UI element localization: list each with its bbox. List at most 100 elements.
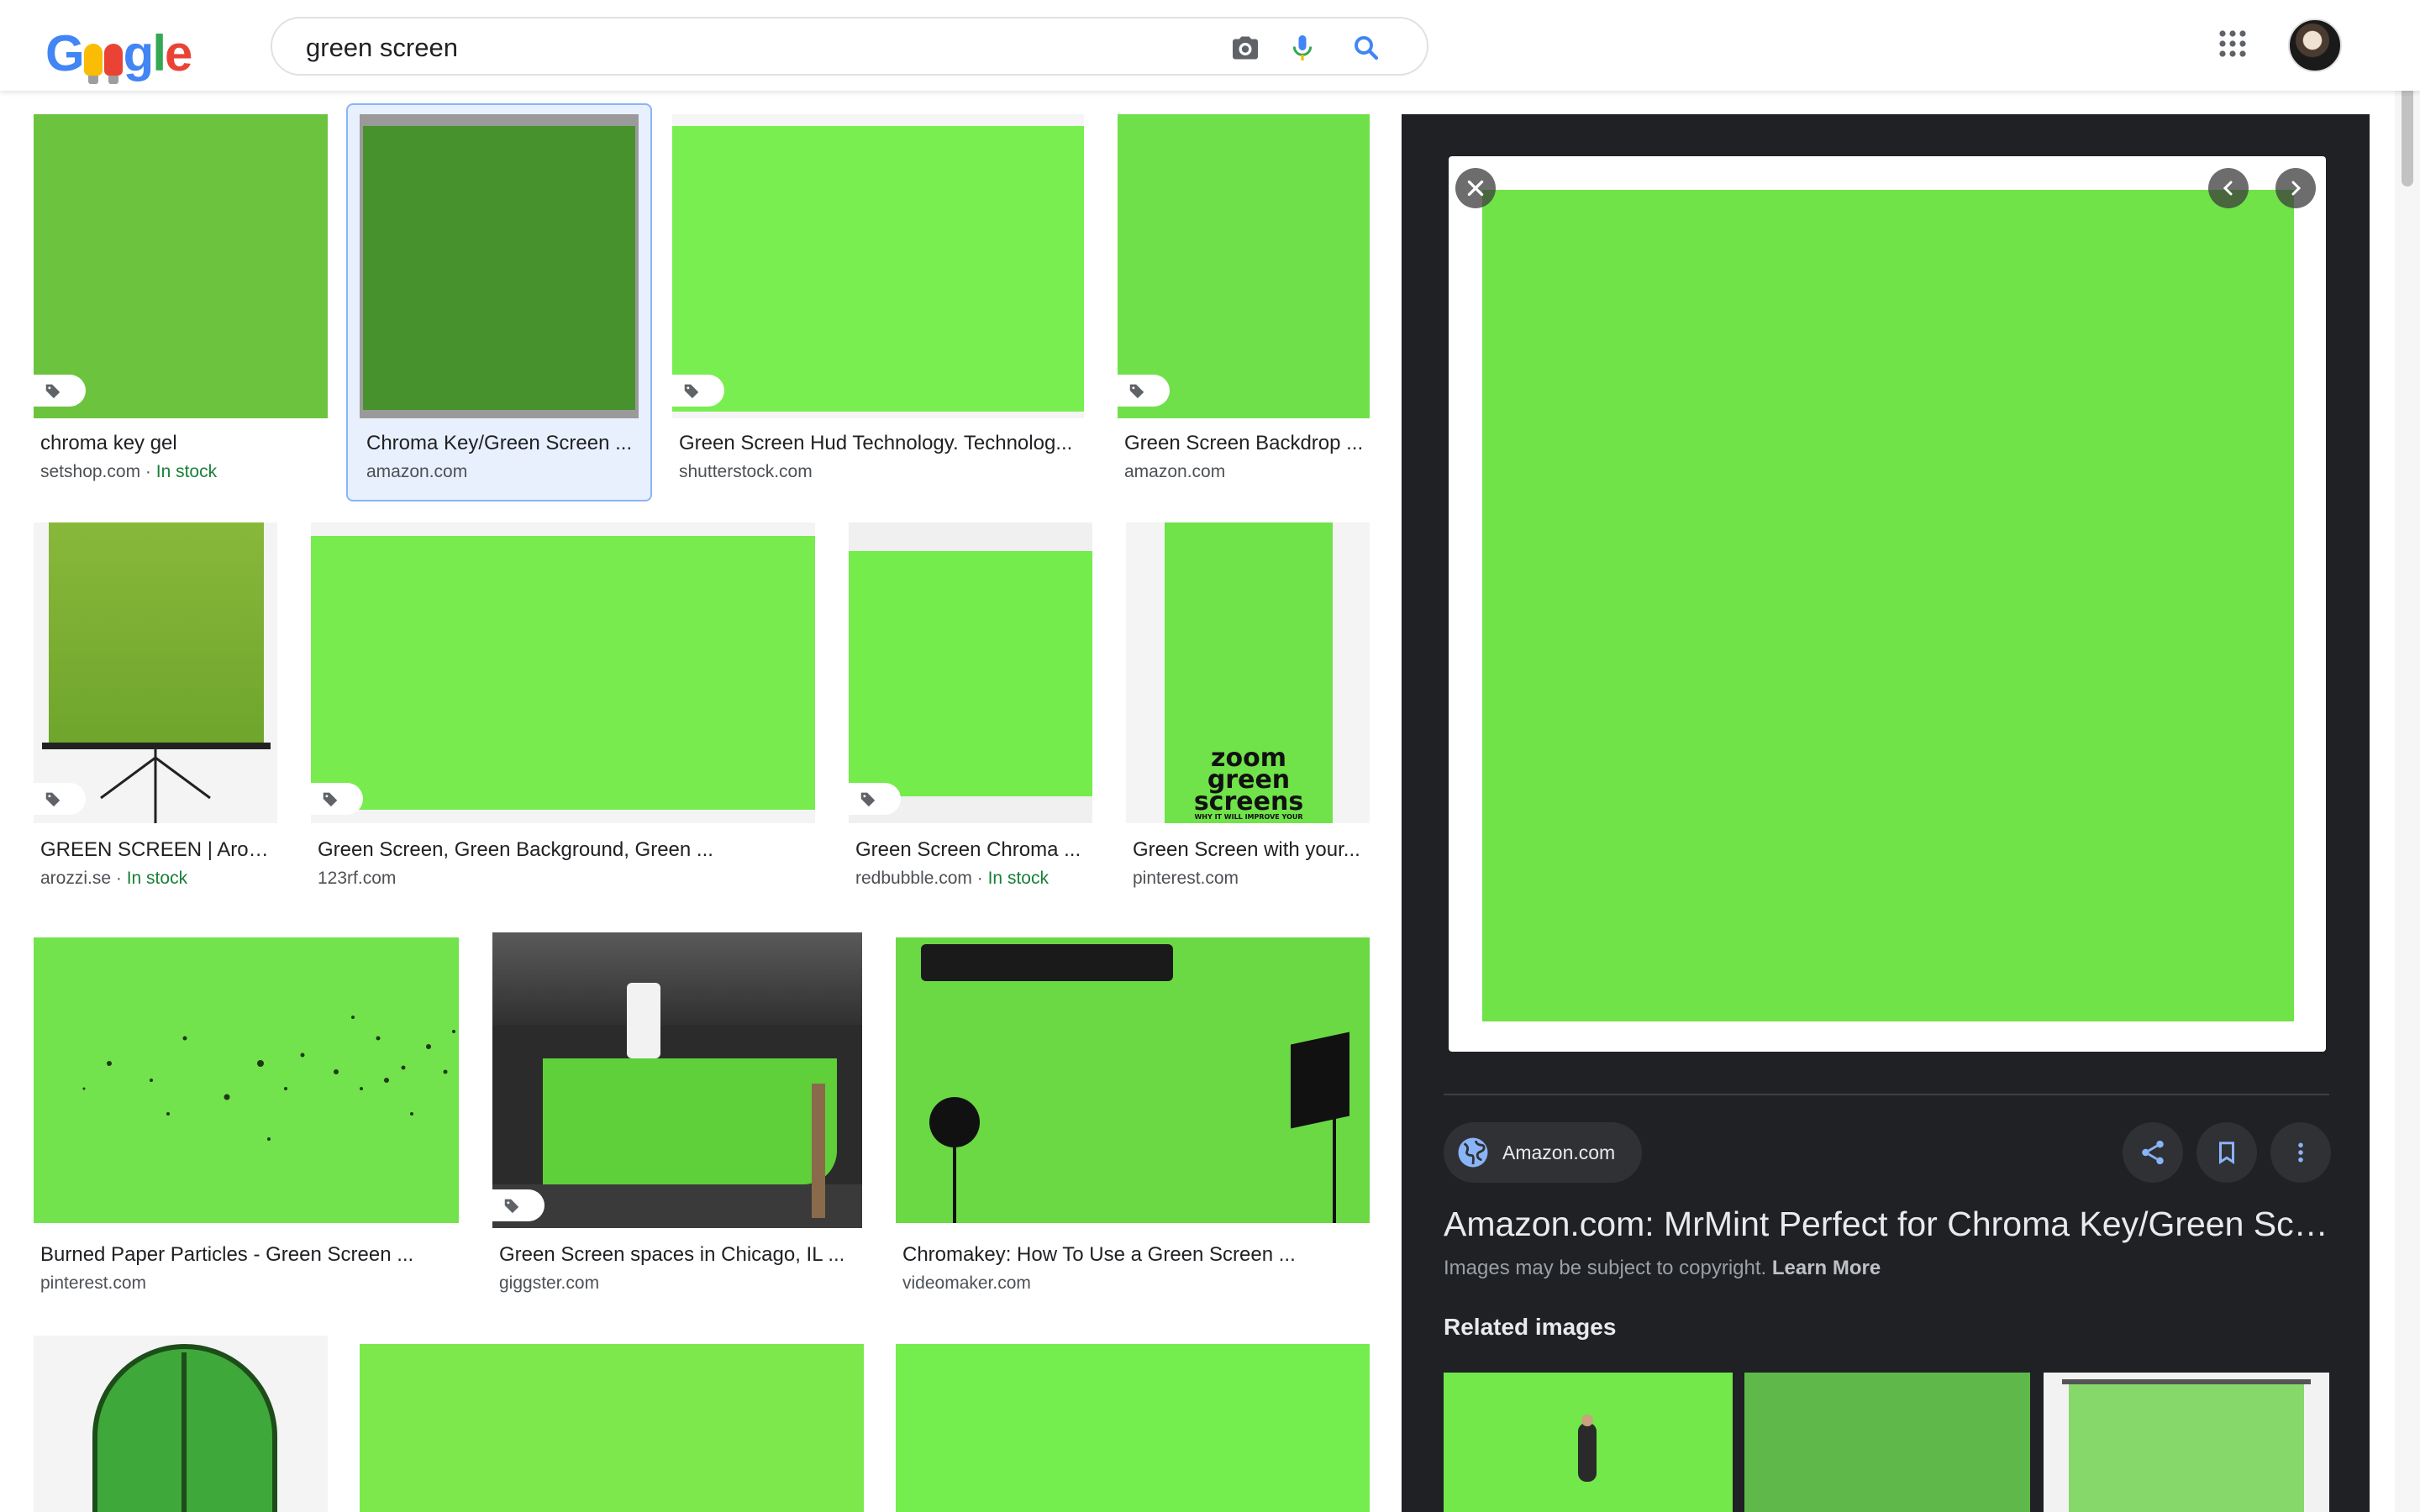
result-image[interactable]	[360, 114, 639, 418]
tag-badge	[849, 783, 901, 815]
result-title[interactable]: Burned Paper Particles - Green Screen ..…	[40, 1243, 457, 1267]
avatar[interactable]	[2288, 18, 2342, 72]
search-input[interactable]	[304, 30, 1148, 66]
result-title[interactable]: Chroma Key/Green Screen ...	[366, 432, 635, 455]
globe-icon	[1458, 1137, 1488, 1168]
result-image[interactable]	[896, 937, 1370, 1223]
result-source: 123rf.com	[318, 869, 397, 888]
tag-badge	[1118, 375, 1170, 407]
more-options-button[interactable]	[2270, 1122, 2331, 1183]
result-title[interactable]: Green Screen Backdrop ...	[1124, 432, 1368, 455]
bulb-o-icon	[103, 44, 123, 84]
result-tile[interactable]: chroma key gel setshop.com · In stock	[34, 114, 328, 492]
result-image[interactable]	[672, 114, 1084, 418]
result-source: giggster.com	[499, 1273, 600, 1293]
bulb-o-icon	[83, 44, 103, 84]
google-logo[interactable]: G gle	[45, 25, 192, 84]
result-image[interactable]	[34, 522, 277, 823]
result-source: arozzi.se · In stock	[40, 869, 188, 888]
result-image[interactable]	[849, 522, 1092, 823]
result-tile-selected[interactable]: Chroma Key/Green Screen ... amazon.com	[360, 114, 639, 492]
divider	[1444, 1094, 2329, 1095]
result-image[interactable]	[1118, 114, 1370, 418]
tag-badge	[34, 783, 86, 815]
close-button[interactable]	[1455, 168, 1496, 208]
result-title[interactable]: GREEN SCREEN | Arozz...	[40, 838, 276, 862]
tag-icon	[45, 384, 60, 399]
result-image[interactable]	[311, 522, 815, 823]
result-title[interactable]: Green Screen Hud Technology. Technolog..…	[679, 432, 1082, 455]
result-image[interactable]	[492, 932, 862, 1228]
result-tile[interactable]: Green Screen spaces in Chicago, IL ... g…	[492, 932, 862, 1310]
camera-icon[interactable]	[1230, 33, 1260, 63]
source-chip-label: Amazon.com	[1502, 1141, 1616, 1163]
mic-icon[interactable]	[1287, 33, 1318, 63]
tag-icon	[323, 792, 338, 807]
result-tile[interactable]: zoom green screens WHY IT WILL IMPROVE YOU…	[1126, 522, 1370, 900]
result-title[interactable]: Chromakey: How To Use a Green Screen ...	[902, 1243, 1368, 1267]
result-title[interactable]: Green Screen spaces in Chicago, IL ...	[499, 1243, 860, 1267]
result-tile[interactable]: Green Screen Chroma ... redbubble.com · …	[849, 522, 1092, 900]
share-icon	[2142, 1140, 2164, 1165]
bookmark-icon	[2219, 1142, 2234, 1165]
result-tile[interactable]: GREEN SCREEN | Arozz... arozzi.se · In s…	[34, 522, 277, 900]
tag-icon	[860, 792, 876, 807]
search-icon[interactable]	[1351, 33, 1381, 63]
previous-button[interactable]	[2208, 168, 2249, 208]
related-image[interactable]	[1744, 1373, 2030, 1512]
result-source: pinterest.com	[1133, 869, 1239, 888]
result-title[interactable]: Green Screen with your...	[1133, 838, 1368, 862]
result-tile[interactable]	[34, 1336, 328, 1512]
close-icon	[1467, 180, 1484, 197]
result-tile[interactable]	[896, 1336, 1370, 1512]
result-image[interactable]	[896, 1344, 1370, 1512]
result-title[interactable]: chroma key gel	[40, 432, 326, 455]
tag-badge	[34, 375, 86, 407]
more-vert-icon	[2298, 1142, 2303, 1163]
chevron-left-icon	[2223, 181, 2233, 196]
result-title[interactable]: Green Screen Chroma ...	[855, 838, 1091, 862]
result-image[interactable]	[34, 114, 328, 418]
result-source: setshop.com · In stock	[40, 462, 218, 481]
image-preview-panel: Amazon.com Amazon.com: MrMint Perfect fo…	[1402, 114, 2370, 1512]
result-source: redbubble.com · In stock	[855, 869, 1049, 888]
result-tile[interactable]: Green Screen Hud Technology. Technolog..…	[672, 114, 1084, 492]
tag-icon	[1129, 384, 1144, 399]
chevron-right-icon	[2291, 181, 2302, 196]
source-chip[interactable]: Amazon.com	[1444, 1122, 1642, 1183]
result-image[interactable]	[34, 937, 459, 1223]
result-tile[interactable]: Green Screen, Green Background, Green ..…	[311, 522, 815, 900]
result-source: pinterest.com	[40, 1273, 147, 1293]
preview-image[interactable]	[1449, 156, 2326, 1052]
poster-text: zoom green screens WHY IT WILL IMPROVE YOU…	[1193, 743, 1304, 822]
result-image[interactable]	[360, 1344, 864, 1512]
result-source: videomaker.com	[902, 1273, 1031, 1293]
preview-image-content	[1482, 190, 2294, 1021]
preview-title[interactable]: Amazon.com: MrMint Perfect for Chroma Ke…	[1444, 1205, 2334, 1244]
tag-badge	[492, 1189, 544, 1221]
result-image[interactable]	[34, 1336, 328, 1512]
related-images-heading: Related images	[1444, 1314, 1617, 1340]
related-image[interactable]	[2044, 1373, 2329, 1512]
search-box[interactable]	[271, 17, 1428, 76]
save-button[interactable]	[2196, 1122, 2257, 1183]
top-bar: G gle	[0, 0, 2420, 91]
next-button[interactable]	[2275, 168, 2316, 208]
result-image[interactable]: zoom green screens WHY IT WILL IMPROVE YOU…	[1126, 522, 1370, 823]
copyright-note: Images may be subject to copyright. Lear…	[1444, 1257, 1881, 1280]
tag-icon	[45, 792, 60, 807]
result-tile[interactable]: Burned Paper Particles - Green Screen ..…	[34, 932, 459, 1310]
result-tile[interactable]	[360, 1336, 864, 1512]
apps-grid-icon[interactable]	[2217, 29, 2248, 59]
result-tile[interactable]: Green Screen Backdrop ... amazon.com	[1118, 114, 1370, 492]
share-button[interactable]	[2123, 1122, 2183, 1183]
tag-icon	[684, 384, 699, 399]
learn-more-link[interactable]: Learn More	[1772, 1257, 1881, 1279]
result-title[interactable]: Green Screen, Green Background, Green ..…	[318, 838, 813, 862]
result-source: shutterstock.com	[679, 462, 813, 481]
result-tile[interactable]: Chromakey: How To Use a Green Screen ...…	[896, 932, 1370, 1310]
page-scrollbar[interactable]	[2395, 0, 2420, 1512]
tag-icon	[504, 1199, 519, 1214]
copyright-text: Images may be subject to copyright.	[1444, 1257, 1767, 1279]
related-image[interactable]	[1444, 1373, 1733, 1512]
